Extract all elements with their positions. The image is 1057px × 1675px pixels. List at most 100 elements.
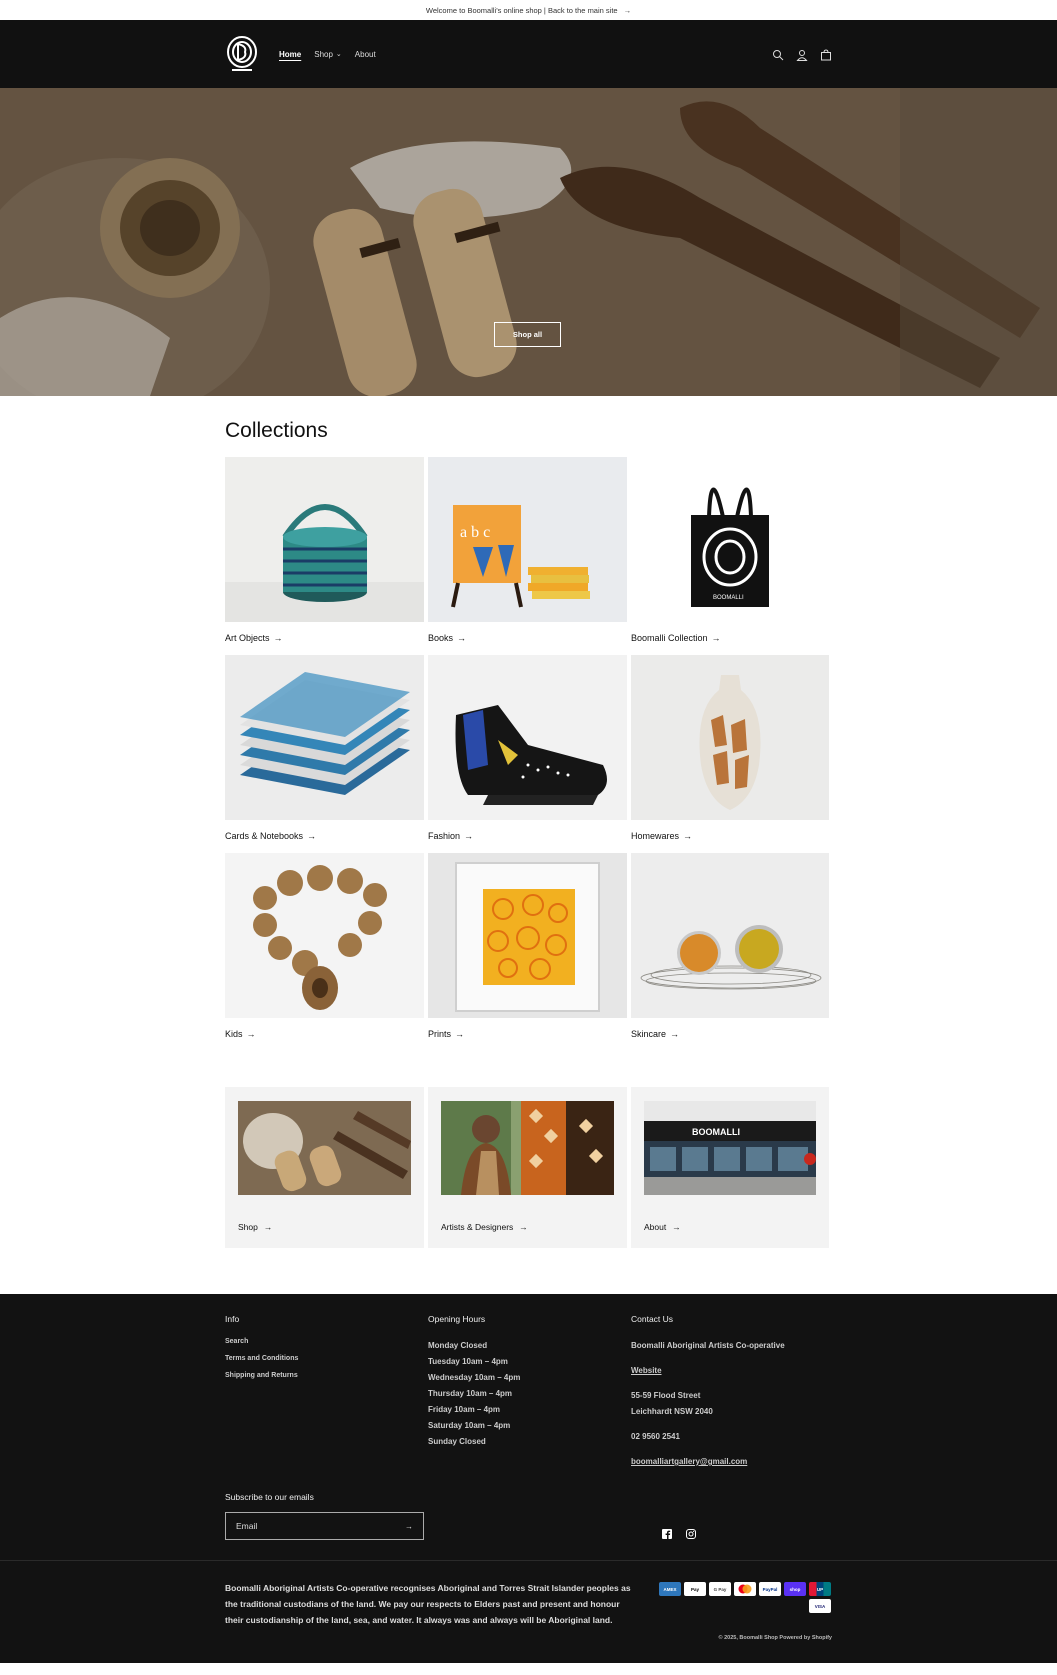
footer-link-search[interactable]: Search [225, 1338, 428, 1345]
site-header: Home Shop ⌄ About [0, 20, 1057, 88]
collection-label[interactable]: Books → [428, 633, 627, 643]
copyright: © 2025, Boomalli Shop Powered by Shopify [718, 1635, 832, 1641]
footer-divider [0, 1560, 1057, 1561]
collection-label[interactable]: Homewares → [631, 831, 829, 841]
arrow-right-icon: → [464, 831, 474, 841]
facebook-icon[interactable] [662, 1526, 672, 1539]
promo-label[interactable]: Shop → [238, 1222, 272, 1232]
hours-line: Friday 10am – 4pm [428, 1405, 501, 1414]
footer-info: Info Search Terms and Conditions Shippin… [225, 1314, 428, 1470]
promo-card-artists-designers[interactable]: Artists & Designers → [428, 1087, 627, 1248]
collection-card-homewares[interactable]: Homewares → [631, 655, 829, 841]
hours-line: Monday Closed [428, 1341, 488, 1350]
svg-text:BOOMALLI: BOOMALLI [692, 1127, 740, 1137]
collection-card-skincare[interactable]: Skincare → [631, 853, 829, 1039]
cart-icon[interactable] [820, 48, 832, 61]
apple-pay-icon: Pay [684, 1582, 706, 1596]
arrow-right-icon: → [455, 1029, 465, 1039]
collection-label[interactable]: Art Objects → [225, 633, 424, 643]
collections-grid: Art Objects → a b c Books → BOOMALLI Boo… [225, 457, 832, 1039]
hero-image [0, 88, 1057, 396]
chevron-down-icon: ⌄ [335, 51, 342, 58]
collection-image[interactable] [631, 655, 829, 820]
collection-image[interactable] [225, 853, 424, 1018]
email-placeholder: Email [236, 1521, 258, 1531]
main-content: Collections Art Objects → a b c Books → … [0, 419, 1057, 1248]
collection-card-prints[interactable]: Prints → [428, 853, 627, 1039]
promo-card-shop[interactable]: Shop → [225, 1087, 424, 1248]
newsletter: Subscribe to our emails Email → [225, 1492, 424, 1540]
collection-card-boomalli-collection[interactable]: BOOMALLI Boomalli Collection → [631, 457, 829, 643]
main-nav: Home Shop ⌄ About [279, 50, 376, 59]
hours-line: Sunday Closed [428, 1437, 486, 1446]
promo-image[interactable] [238, 1101, 411, 1195]
account-icon[interactable] [796, 48, 808, 61]
arrow-right-icon: → [683, 831, 693, 841]
logo[interactable] [225, 34, 259, 74]
svg-text:a b c: a b c [460, 524, 490, 541]
collection-label[interactable]: Prints → [428, 1029, 627, 1039]
contact-email-link[interactable]: boomalliartgallery@gmail.com [631, 1454, 834, 1470]
collection-label[interactable]: Kids → [225, 1029, 424, 1039]
promo-image[interactable] [441, 1101, 614, 1195]
hours-line: Thursday 10am – 4pm [428, 1389, 513, 1398]
contact-website-link[interactable]: Website [631, 1363, 834, 1379]
footer-hours-title: Opening Hours [428, 1314, 486, 1324]
collection-image[interactable]: BOOMALLI [631, 457, 829, 622]
collection-card-art-objects[interactable]: Art Objects → [225, 457, 424, 643]
footer-info-title: Info [225, 1314, 240, 1324]
footer-link-terms[interactable]: Terms and Conditions [225, 1355, 428, 1362]
footer-hours: Opening Hours Monday Closed Tuesday 10am… [428, 1314, 631, 1470]
nav-home[interactable]: Home [279, 50, 301, 59]
promo-label[interactable]: Artists & Designers → [441, 1222, 528, 1232]
promo-label[interactable]: About → [644, 1222, 681, 1232]
promo-image[interactable]: BOOMALLI [644, 1101, 816, 1195]
nav-about[interactable]: About [355, 50, 376, 59]
instagram-icon[interactable] [686, 1526, 696, 1539]
arrow-right-icon: → [711, 633, 721, 643]
collection-card-books[interactable]: a b c Books → [428, 457, 627, 643]
collection-image[interactable] [225, 457, 424, 622]
social-links [662, 1526, 696, 1539]
collection-image[interactable] [428, 655, 627, 820]
hours-line: Saturday 10am – 4pm [428, 1421, 511, 1430]
promo-card-about[interactable]: BOOMALLI About → [631, 1087, 829, 1248]
announcement-text[interactable]: Welcome to Boomalli's online shop | Back… [426, 6, 618, 15]
arrow-right-icon: → [307, 831, 317, 841]
arrow-right-icon: → [263, 1222, 273, 1232]
email-field[interactable]: Email → [225, 1512, 424, 1540]
footer-contact: Contact Us Boomalli Aboriginal Artists C… [631, 1314, 834, 1470]
collection-card-fashion[interactable]: Fashion → [428, 655, 627, 841]
acknowledgement-of-country: Boomalli Aboriginal Artists Co-operative… [225, 1583, 631, 1625]
arrow-right-icon[interactable]: → [405, 1522, 413, 1531]
mastercard-icon [734, 1582, 756, 1596]
site-footer: Info Search Terms and Conditions Shippin… [0, 1294, 1057, 1663]
arrow-right-icon: → [623, 5, 632, 15]
nav-shop-label: Shop [314, 49, 333, 59]
svg-text:BOOMALLI: BOOMALLI [713, 595, 744, 601]
footer-link-shipping[interactable]: Shipping and Returns [225, 1372, 428, 1379]
shop-pay-icon: shop [784, 1582, 806, 1596]
newsletter-title: Subscribe to our emails [225, 1492, 314, 1502]
collection-image[interactable] [631, 853, 829, 1018]
collection-label[interactable]: Fashion → [428, 831, 627, 841]
contact-address-1: 55-59 Flood Street [631, 1391, 701, 1400]
collection-card-kids[interactable]: Kids → [225, 853, 424, 1039]
hours-line: Tuesday 10am – 4pm [428, 1357, 508, 1366]
collection-label[interactable]: Skincare → [631, 1029, 829, 1039]
collection-image[interactable] [428, 853, 627, 1018]
hero-banner: Shop all [0, 88, 1057, 396]
contact-phone: 02 9560 2541 [631, 1432, 680, 1441]
announcement-bar[interactable]: Welcome to Boomalli's online shop | Back… [0, 0, 1057, 20]
collection-image[interactable]: a b c [428, 457, 627, 622]
paypal-icon: PayPal [759, 1582, 781, 1596]
nav-shop[interactable]: Shop ⌄ [314, 50, 342, 59]
collection-label[interactable]: Cards & Notebooks → [225, 831, 424, 841]
union-pay-icon: UP [809, 1582, 831, 1596]
collection-image[interactable] [225, 655, 424, 820]
search-icon[interactable] [772, 48, 784, 61]
collection-label[interactable]: Boomalli Collection → [631, 633, 829, 643]
arrow-right-icon: → [246, 1029, 256, 1039]
shop-all-button[interactable]: Shop all [494, 322, 561, 347]
collection-card-cards-notebooks[interactable]: Cards & Notebooks → [225, 655, 424, 841]
